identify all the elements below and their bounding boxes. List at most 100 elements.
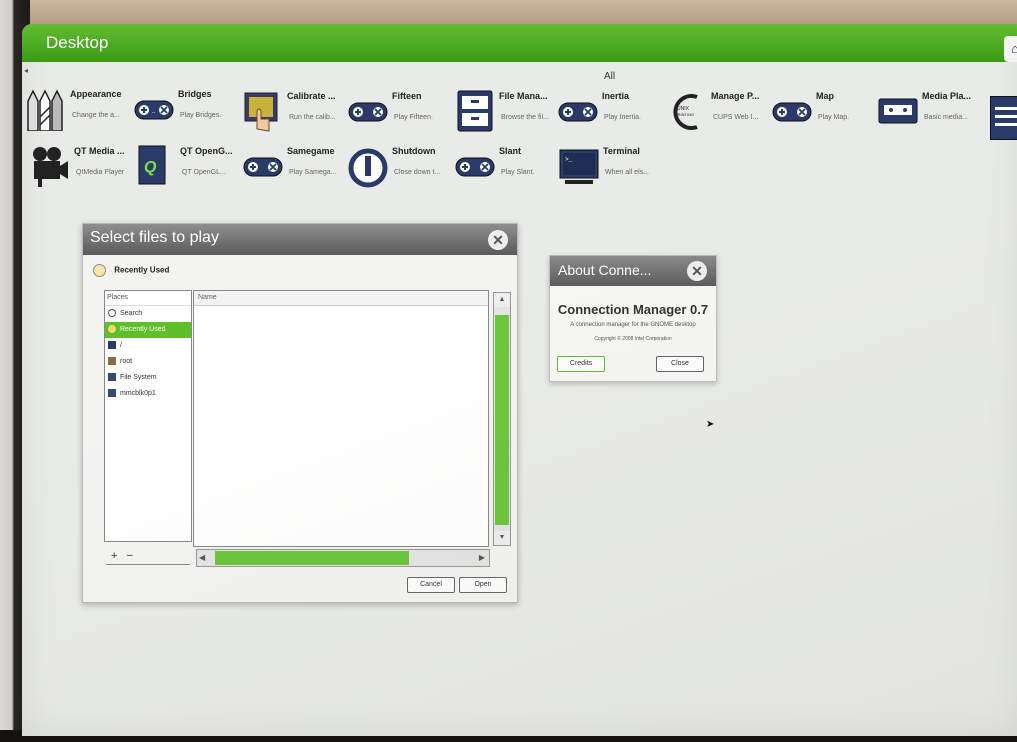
app-shutdown[interactable]: Shutdown Close down t... xyxy=(348,144,458,192)
app-desc: Browse the fil... xyxy=(501,114,549,121)
app-fifteen[interactable]: Fifteen Play Fifteen. xyxy=(348,89,458,137)
app-name: Shutdown xyxy=(392,146,436,156)
category-label[interactable]: All xyxy=(604,71,615,82)
home-button[interactable]: ⌂ xyxy=(1004,36,1017,62)
dialog-header: About Conne... ✕ xyxy=(550,256,716,286)
copyright: Copyright © 2008 Intel Corporation xyxy=(594,336,672,342)
place-label: Search xyxy=(120,310,143,317)
select-files-dialog: Select files to play ✕ Recently Used Pla… xyxy=(82,223,518,603)
place-recently-used[interactable]: Recently Used xyxy=(105,322,191,338)
notes-icon[interactable] xyxy=(990,96,1017,140)
app-name: Manage P... xyxy=(711,91,760,101)
app-version: Connection Manager 0.7 xyxy=(557,302,709,317)
app-name: Slant xyxy=(499,146,522,156)
photo-background xyxy=(0,0,1017,26)
svg-text:..: .. xyxy=(152,109,156,115)
app-desc: Play Fifteen. xyxy=(394,114,433,121)
gamepad-icon xyxy=(772,102,812,122)
credits-button[interactable]: Credits xyxy=(557,356,605,372)
remove-bookmark-button[interactable]: − xyxy=(127,550,133,562)
app-map[interactable]: Map Play Map. xyxy=(772,89,882,137)
scroll-left-icon[interactable]: ◀ xyxy=(199,550,205,566)
column-header-name[interactable]: Name xyxy=(194,291,488,306)
place-label: / xyxy=(120,342,122,349)
app-desc: Play Bridges. xyxy=(180,112,222,119)
scroll-left-icon[interactable]: ◂ xyxy=(24,66,28,75)
close-icon[interactable]: ✕ xyxy=(687,261,707,281)
location-label: Recently Used xyxy=(114,265,170,275)
file-list[interactable]: Name xyxy=(193,290,489,547)
app-appearance[interactable]: Appearance Change the a... xyxy=(26,87,136,135)
app-desc: Play Map. xyxy=(818,114,850,121)
app-name: Appearance xyxy=(70,89,122,99)
horizontal-scrollbar[interactable]: ◀ ▶ xyxy=(196,549,490,567)
places-panel: Places Search Recently Used / root File … xyxy=(104,290,192,542)
app-media-player[interactable]: Media Pla... Basic media... xyxy=(878,89,988,137)
close-icon[interactable]: ✕ xyxy=(488,230,508,250)
places-header[interactable]: Places xyxy=(105,291,191,306)
app-name: QT Media ... xyxy=(74,146,125,156)
place-root[interactable]: root xyxy=(105,354,191,370)
app-inertia[interactable]: Inertia Play Inertia. xyxy=(558,89,668,137)
search-icon xyxy=(108,309,116,318)
gamepad-icon xyxy=(243,157,283,177)
place-label: Recently Used xyxy=(120,326,166,333)
app-desc: QtMedia Player xyxy=(76,169,125,176)
top-bar: Desktop ⌂ xyxy=(22,24,1017,62)
location-button[interactable]: Recently Used xyxy=(93,264,169,277)
app-manage-printing[interactable]: UNIX PRINTING Manage P... CUPS Web I... xyxy=(667,89,777,137)
close-button[interactable]: Close xyxy=(656,356,704,372)
app-qt-opengl[interactable]: Q QT OpenG... QT OpenGL... xyxy=(136,144,246,192)
scroll-down-icon[interactable]: ▼ xyxy=(494,531,510,545)
app-name: Terminal xyxy=(603,146,640,156)
place-search[interactable]: Search xyxy=(105,306,191,322)
open-button[interactable]: Open xyxy=(459,577,507,593)
svg-text:Q: Q xyxy=(144,159,157,176)
app-desc: QT OpenGL... xyxy=(182,169,226,176)
scroll-thumb[interactable] xyxy=(495,315,509,525)
app-name: Media Pla... xyxy=(922,91,972,101)
desktop-title: Desktop xyxy=(46,33,109,52)
scroll-thumb[interactable] xyxy=(215,551,409,565)
app-qt-media[interactable]: QT Media ... QtMedia Player xyxy=(30,144,140,192)
app-desc: Play Inertia. xyxy=(604,114,641,121)
clock-icon xyxy=(93,264,106,277)
app-bridges[interactable]: .. Bridges Play Bridges. xyxy=(134,87,244,135)
app-desc: Basic media... xyxy=(924,114,968,121)
add-remove-bookmarks: + − xyxy=(111,550,133,562)
scroll-up-icon[interactable]: ▲ xyxy=(494,293,510,307)
divider xyxy=(106,564,190,565)
app-name: Calibrate ... xyxy=(287,91,336,101)
place-mmcblk0p1[interactable]: mmcblk0p1 xyxy=(105,386,191,402)
add-bookmark-button[interactable]: + xyxy=(111,550,117,562)
vertical-scrollbar[interactable]: ▲ ▼ xyxy=(493,292,511,546)
app-file-manager[interactable]: File Mana... Browse the fil... xyxy=(455,89,565,137)
app-calibrate[interactable]: Calibrate ... Run the calib... xyxy=(243,89,353,137)
app-slant[interactable]: Slant Play Slant. xyxy=(455,144,565,192)
app-desc: When all els... xyxy=(605,169,649,176)
calibrate-icon xyxy=(244,92,278,132)
place-file-system[interactable]: File System xyxy=(105,370,191,386)
media-player-icon xyxy=(878,98,918,124)
cancel-button[interactable]: Cancel xyxy=(407,577,455,593)
home-folder-icon xyxy=(108,357,116,366)
gamepad-icon xyxy=(455,157,495,177)
gamepad-icon: .. xyxy=(134,100,174,120)
app-desc: Change the a... xyxy=(72,112,120,119)
place-root-dir[interactable]: / xyxy=(105,338,191,354)
drive-icon xyxy=(108,373,116,382)
app-name: Bridges xyxy=(178,89,212,99)
camera-icon xyxy=(33,147,68,187)
dialog-title: About Conne... xyxy=(558,262,652,278)
place-label: File System xyxy=(120,374,157,381)
app-name: QT OpenG... xyxy=(180,146,233,156)
app-name: File Mana... xyxy=(499,91,548,101)
place-label: root xyxy=(120,358,133,365)
svg-text:PRINTING: PRINTING xyxy=(675,112,694,117)
app-terminal[interactable]: >_ Terminal When all els... xyxy=(559,144,669,192)
screen: Desktop ⌂ ◂ All Appearance Change the a.… xyxy=(22,24,1017,736)
file-cabinet-icon xyxy=(457,90,493,132)
app-samegame[interactable]: Samegame Play Samega... xyxy=(243,144,353,192)
gamepad-icon xyxy=(348,102,388,122)
scroll-right-icon[interactable]: ▶ xyxy=(479,550,485,566)
